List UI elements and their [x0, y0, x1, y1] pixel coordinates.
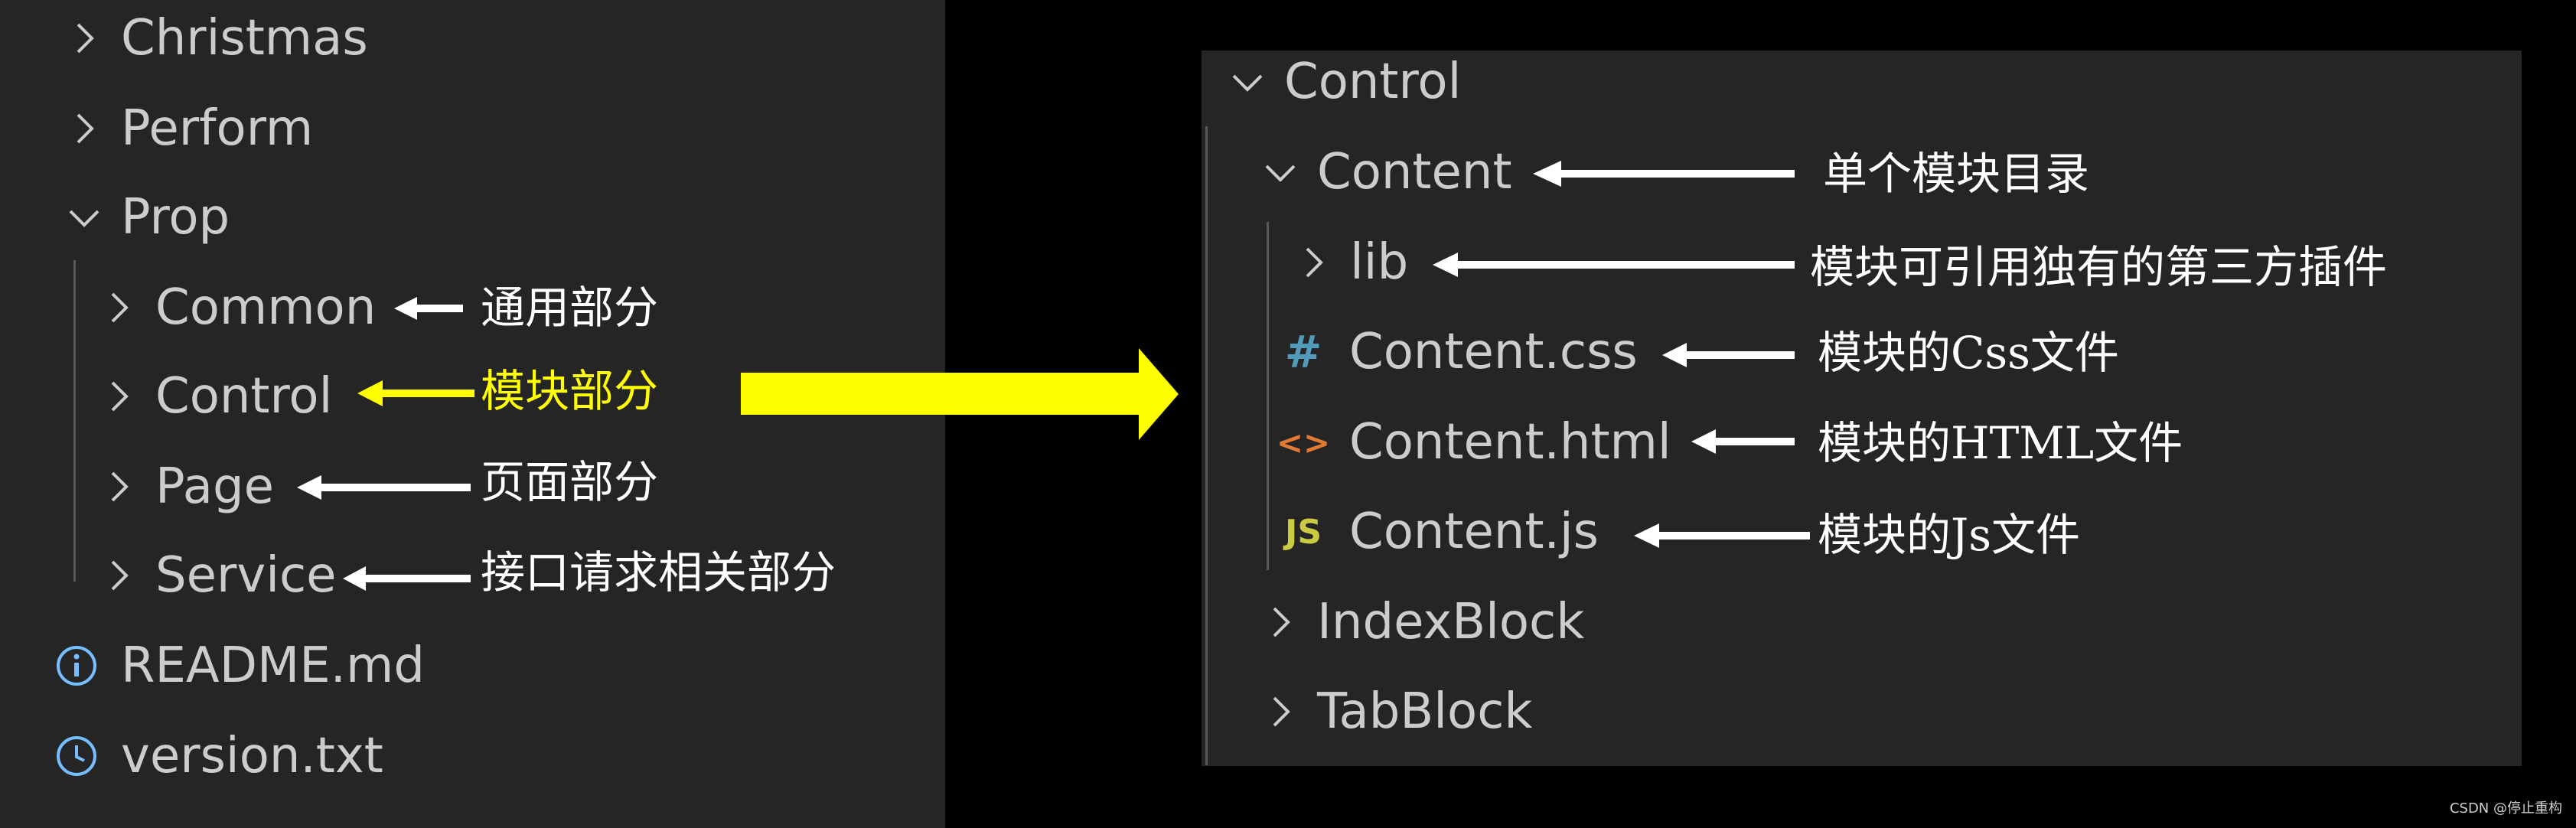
- credit-watermark: CSDN @停止重构: [2449, 800, 2562, 817]
- arrow-common: [394, 297, 463, 320]
- arrow-js: [1634, 523, 1810, 548]
- arrow-service: [343, 566, 471, 591]
- arrow-page: [297, 475, 471, 500]
- annotation-arrows: [297, 161, 1810, 591]
- arrow-html: [1691, 429, 1795, 454]
- big-yellow-arrow: [741, 348, 1179, 440]
- arrow-css: [1662, 343, 1795, 367]
- arrow-content: [1533, 161, 1795, 187]
- arrow-control-yellow: [357, 380, 474, 406]
- arrow-lib: [1433, 253, 1795, 277]
